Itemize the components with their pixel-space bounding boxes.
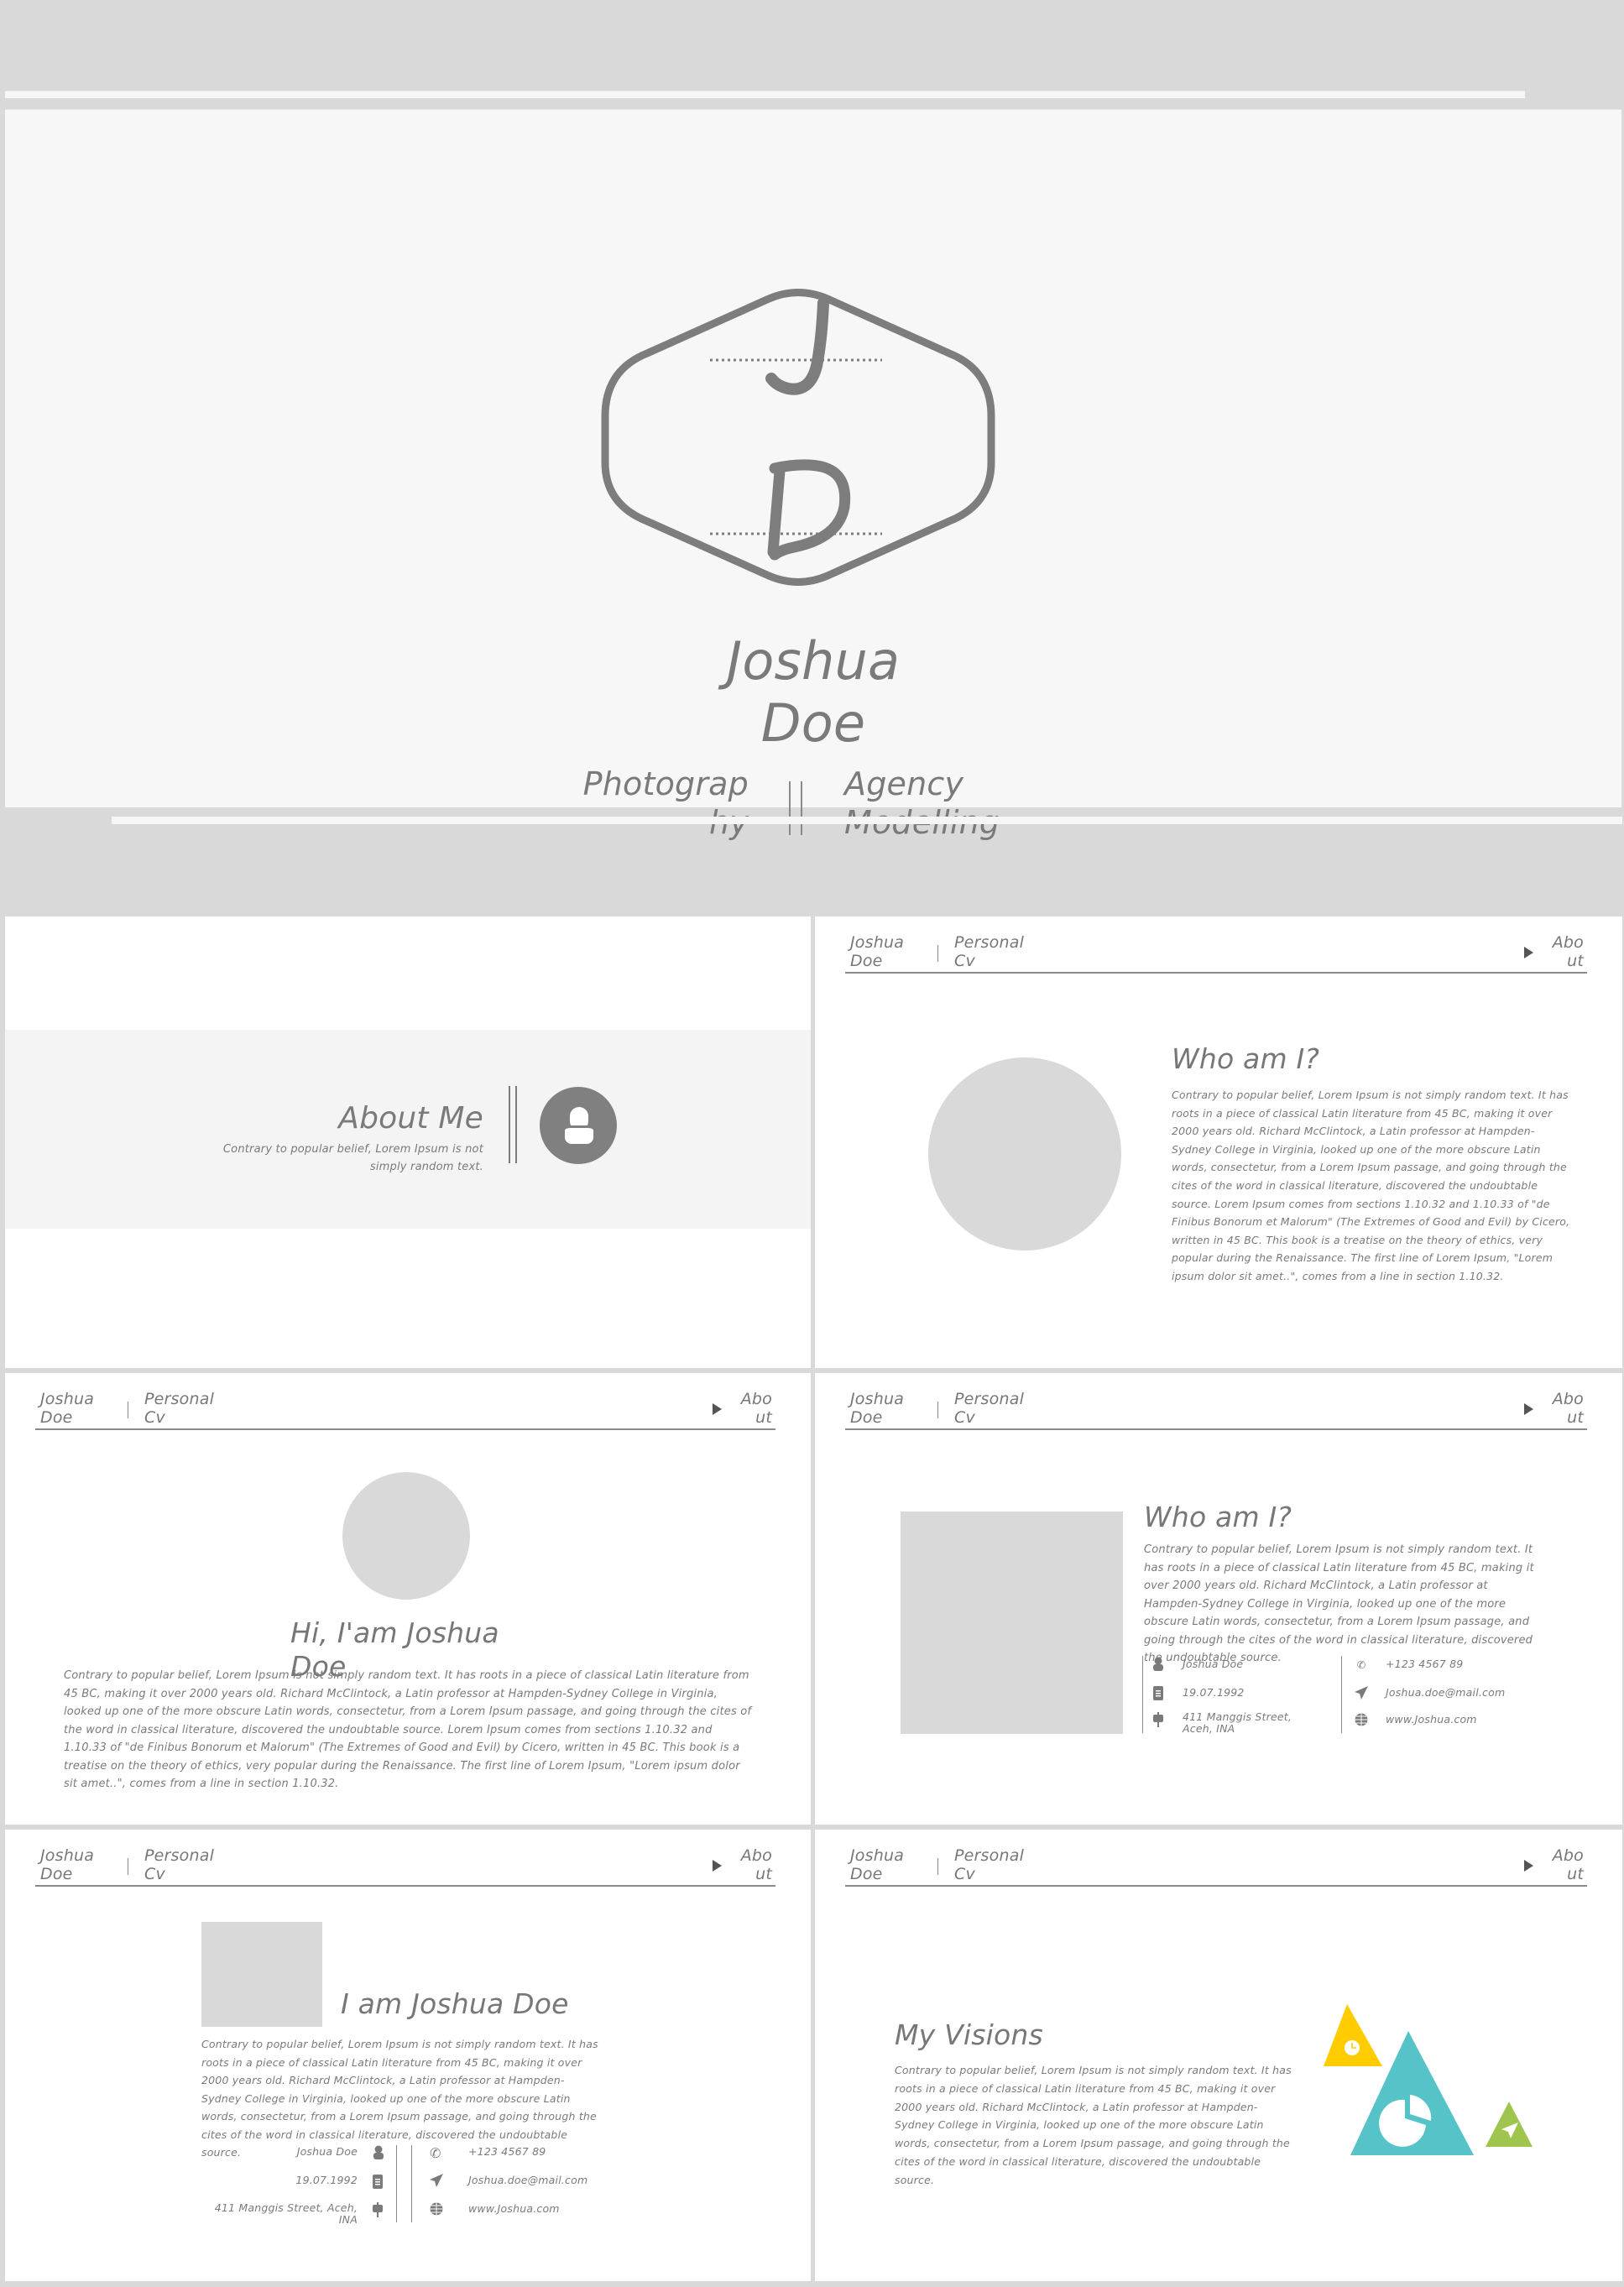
contact-email[interactable]: Joshua.doe@mail.com	[468, 2174, 611, 2202]
photo-placeholder	[342, 1472, 470, 1600]
hero-tag-agency: Agency Modelling	[844, 765, 1063, 842]
header-divider	[937, 945, 938, 962]
monogram-logo	[601, 289, 995, 586]
contact-birthdate-row: 19.07.1992	[1149, 1684, 1245, 1701]
nav-about-link[interactable]: About	[1550, 933, 1584, 970]
photo-placeholder	[901, 1512, 1123, 1734]
header-name: Joshua Doe	[850, 1846, 905, 1883]
contact-name-row: Joshua Doe	[1149, 1656, 1243, 1673]
contact-website-row[interactable]: www.Joshua.com	[1352, 1711, 1477, 1728]
nav-about-link[interactable]: About	[1550, 1846, 1584, 1883]
header-name: Joshua Doe	[40, 1846, 95, 1883]
contact-website[interactable]: www.Joshua.com	[468, 2202, 611, 2215]
header-section: Personal Cv	[954, 1390, 1025, 1427]
contact-info: Joshua Doe 19.07.1992 411 Manggis Street…	[1142, 1656, 1545, 1735]
who-title: Who am I?	[1144, 1501, 1292, 1533]
nav-about-link[interactable]: About	[739, 1846, 772, 1883]
hero-name-first: Joshua	[726, 630, 901, 692]
triangle-yellow	[1324, 2004, 1382, 2066]
hero-tag-right-line1: Agency	[844, 765, 964, 802]
vision-triangles	[1324, 2004, 1533, 2155]
contact-phone: +123 4567 89	[468, 2145, 546, 2158]
slide-header: Joshua Doe Personal Cv About	[845, 1846, 1587, 1887]
hero-name-last: Doe	[760, 692, 866, 754]
play-icon[interactable]	[1524, 947, 1533, 958]
header-section: Personal Cv	[954, 933, 1025, 970]
hi-body: Contrary to popular belief, Lorem Ipsum …	[64, 1669, 752, 1790]
header-divider	[937, 1402, 938, 1418]
contact-phone-row: ✆ +123 4567 89	[1352, 1656, 1463, 1673]
globe-icon	[430, 2202, 443, 2219]
about-title: About Me	[338, 1101, 483, 1136]
contact-name: Joshua Doe	[296, 2145, 358, 2158]
hero-tag-photography: Photograp hy	[581, 765, 749, 842]
nav-about-link[interactable]: About	[1550, 1390, 1584, 1427]
double-divider	[509, 1086, 517, 1163]
double-divider	[789, 781, 802, 835]
play-icon[interactable]	[713, 1403, 722, 1415]
slide-who-am-i[interactable]: Joshua Doe Personal Cv About Who am I? Con…	[815, 916, 1622, 1368]
calendar-icon	[373, 2174, 386, 2202]
contact-birthdate: 19.07.1992	[295, 2174, 358, 2186]
header-section: Personal Cv	[144, 1846, 215, 1883]
phone-icon: ✆	[430, 2145, 441, 2161]
header-divider	[937, 1858, 938, 1875]
letter-j	[765, 297, 829, 395]
slide-my-visions[interactable]: Joshua Doe Personal Cv About My Visions Co…	[815, 1830, 1622, 2281]
signpost-icon	[373, 2202, 386, 2221]
globe-icon	[1352, 1711, 1371, 1728]
hexagon-frame	[601, 289, 995, 586]
visions-title: My Visions	[895, 2018, 1043, 2051]
hero-tag-left-line1: Photograp	[582, 765, 749, 802]
slide-header: Joshua Doe Personal Cv About	[35, 1390, 775, 1430]
header-name: Joshua Doe	[850, 1390, 905, 1427]
alarm-clock-icon	[1345, 2040, 1360, 2055]
play-icon[interactable]	[1524, 1403, 1533, 1415]
play-icon[interactable]	[713, 1860, 722, 1872]
title-slide[interactable]: Joshua Doe Photograp hy Agency Modelling	[5, 109, 1621, 841]
who-title: Who am I?	[1172, 1042, 1320, 1075]
signpost-icon	[1149, 1711, 1167, 1728]
header-name: Joshua Doe	[850, 933, 905, 970]
slide-hi[interactable]: Joshua Doe Personal Cv About Hi, I'am Josh…	[5, 1373, 811, 1825]
slide-about-me[interactable]: About Me Contrary to popular belief, Lor…	[5, 916, 811, 1368]
slide-i-am[interactable]: Joshua Doe Personal Cv About I am Joshua D…	[5, 1830, 811, 2281]
letter-d	[767, 459, 851, 561]
header-section: Personal Cv	[144, 1390, 215, 1427]
play-icon[interactable]	[1524, 1860, 1533, 1872]
photo-placeholder	[201, 1922, 322, 2027]
phone-icon: ✆	[1356, 1658, 1366, 1671]
iam-body: Contrary to popular belief, Lorem Ipsum …	[201, 2038, 598, 2159]
photo-placeholder	[928, 1057, 1121, 1251]
visions-body: Contrary to popular belief, Lorem Ipsum …	[895, 2064, 1292, 2186]
slide-header: Joshua Doe Personal Cv About	[35, 1846, 775, 1887]
header-section: Personal Cv	[954, 1846, 1025, 1883]
contact-address: 411 Manggis Street, Aceh, INA	[214, 2201, 358, 2226]
paper-plane-icon	[430, 2174, 443, 2202]
paper-plane-icon	[1352, 1684, 1371, 1701]
contact-info: Joshua Doe 19.07.1992 411 Manggis Street…	[198, 2145, 618, 2229]
who-body: Contrary to popular belief, Lorem Ipsum …	[1144, 1543, 1534, 1664]
hero-name: Joshua Doe	[5, 630, 1621, 755]
who-body: Contrary to popular belief, Lorem Ipsum …	[1172, 1089, 1570, 1282]
slide-header: Joshua Doe Personal Cv About	[845, 1390, 1587, 1430]
about-subtitle: Contrary to popular belief, Lorem Ipsum …	[222, 1143, 483, 1173]
contact-email-row[interactable]: Joshua.doe@mail.com	[1352, 1684, 1505, 1701]
user-icon	[373, 2145, 386, 2174]
contact-address-row: 411 Manggis Street, Aceh, INA	[1149, 1711, 1325, 1735]
slide-header: Joshua Doe Personal Cv About	[845, 933, 1587, 974]
user-icon	[1149, 1656, 1167, 1673]
triangle-green	[1486, 2102, 1533, 2147]
user-icon	[540, 1087, 617, 1164]
top-strip	[5, 91, 1525, 98]
calendar-icon	[1149, 1684, 1167, 1701]
bottom-strip	[112, 817, 1622, 824]
iam-title: I am Joshua Doe	[341, 1987, 569, 2020]
nav-about-link[interactable]: About	[739, 1390, 772, 1427]
slide-who-am-i-contact[interactable]: Joshua Doe Personal Cv About Who am I? Con…	[815, 1373, 1622, 1825]
header-name: Joshua Doe	[40, 1390, 95, 1427]
